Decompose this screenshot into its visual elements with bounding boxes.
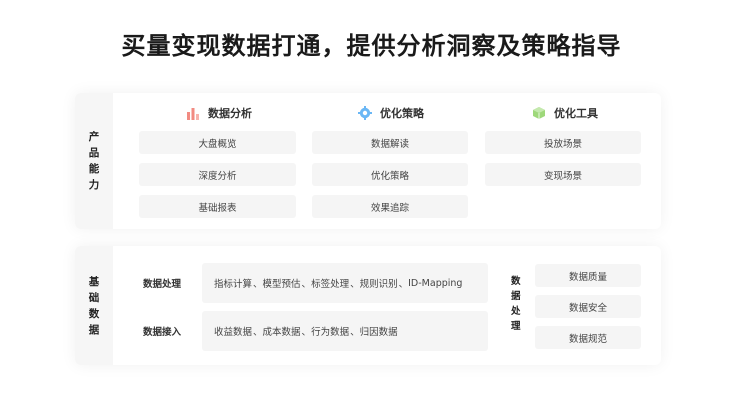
side-label-char: 能 <box>88 163 100 175</box>
column-heading-data-analysis: 数据分析 <box>186 105 252 121</box>
governance-item: 数据质量 <box>535 264 641 287</box>
side-label-char: 数 <box>511 276 521 287</box>
data-ingestion-items: 收益数据、 成本数据、 行为数据、 归因数据 <box>202 311 488 351</box>
capability-item: 投放场景 <box>485 131 641 154</box>
process-item: 标签处理 <box>311 279 350 290</box>
capability-item: 效果追踪 <box>312 195 468 218</box>
side-label-char: 理 <box>511 321 521 332</box>
product-capabilities-card: 产 品 能 力 数据分析 大盘概览 深度分析 基础报表 优化策略 数据解读 优化… <box>75 93 661 229</box>
side-label-char: 据 <box>511 291 521 302</box>
side-label-char: 据 <box>88 323 100 336</box>
foundational-data-side-label: 基 础 数 据 <box>75 246 113 365</box>
data-governance-label: 数 据 处 理 <box>511 274 521 334</box>
side-label-char: 力 <box>88 179 100 191</box>
process-item: ID-Mapping <box>408 277 463 289</box>
product-capabilities-side-label: 产 品 能 力 <box>75 93 113 229</box>
capability-item: 深度分析 <box>139 163 296 186</box>
capability-item: 基础报表 <box>139 195 296 218</box>
row-label-data-ingestion: 数据接入 <box>143 327 182 338</box>
side-label-char: 础 <box>88 291 100 304</box>
row-label-data-processing: 数据处理 <box>143 279 182 290</box>
capability-item: 大盘概览 <box>139 131 296 154</box>
column-heading-optimization-strategy: 优化策略 <box>358 105 424 121</box>
ingest-item: 成本数据 <box>262 327 301 338</box>
governance-item: 数据安全 <box>535 295 641 318</box>
column-heading-label: 优化策略 <box>380 107 424 120</box>
column-heading-label: 数据分析 <box>208 107 252 120</box>
governance-item: 数据规范 <box>535 326 641 349</box>
side-label-char: 品 <box>88 147 100 159</box>
capability-item: 优化策略 <box>312 163 468 186</box>
capability-item: 变现场景 <box>485 163 641 186</box>
page-title: 买量变现数据打通，提供分析洞察及策略指导 <box>121 32 622 60</box>
side-label-char: 基 <box>88 275 100 288</box>
ingest-item: 收益数据 <box>214 327 253 338</box>
column-heading-label: 优化工具 <box>554 107 598 120</box>
capability-item: 数据解读 <box>312 131 468 154</box>
ingest-item: 归因数据 <box>359 327 398 338</box>
foundational-data-card: 基 础 数 据 数据处理 指标计算、 模型预估、 标签处理、 规则识别、 ID-… <box>75 246 661 365</box>
side-label-char: 处 <box>511 306 521 317</box>
process-item: 模型预估 <box>262 279 301 290</box>
ingest-item: 行为数据 <box>311 327 350 338</box>
gear-icon <box>358 106 372 120</box>
column-heading-optimization-tools: 优化工具 <box>532 105 598 121</box>
side-label-char: 数 <box>88 307 100 320</box>
data-processing-items: 指标计算、 模型预估、 标签处理、 规则识别、 ID-Mapping <box>202 263 488 303</box>
bar-chart-icon <box>186 106 200 120</box>
cube-icon <box>532 106 546 120</box>
side-label-char: 产 <box>88 131 100 143</box>
process-item: 指标计算 <box>214 279 253 290</box>
process-item: 规则识别 <box>359 279 398 290</box>
